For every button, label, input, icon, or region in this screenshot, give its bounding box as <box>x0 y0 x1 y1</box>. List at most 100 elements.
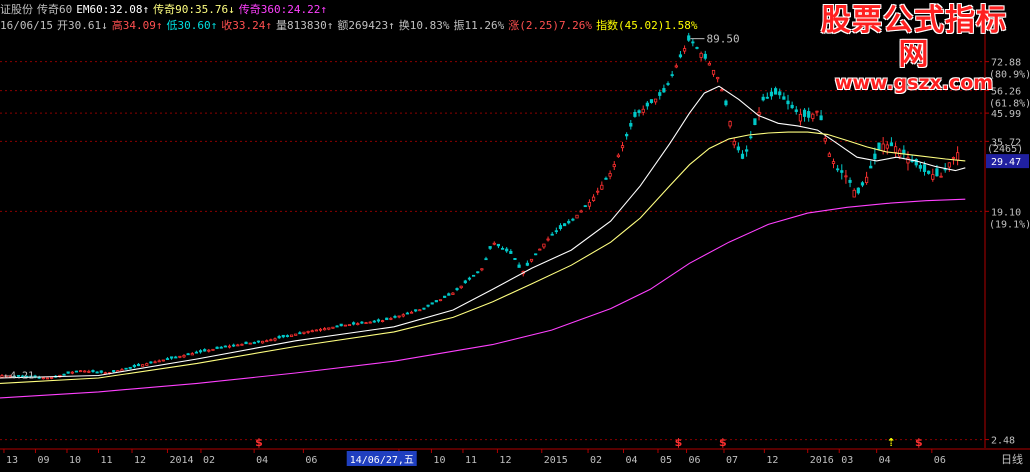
candle-body <box>281 334 285 338</box>
candle-body <box>869 165 873 169</box>
candle-body <box>45 377 50 380</box>
candle-body <box>571 218 575 221</box>
candle-body <box>136 363 141 367</box>
candle-body <box>848 179 852 183</box>
right-tick-label: 2.48 <box>991 436 1015 447</box>
candle-body <box>831 161 836 164</box>
x-tick-label: 05 <box>660 455 672 466</box>
candle-body <box>852 189 856 198</box>
current-price-sublabel: (2465) <box>987 144 1023 155</box>
x-tick-label: 2015 <box>544 455 568 466</box>
candle-body <box>695 47 699 49</box>
candle-body <box>745 149 749 152</box>
x-tick-label: 2014 <box>169 455 193 466</box>
candle-body <box>616 154 620 158</box>
candle-body <box>128 366 132 369</box>
candle-body <box>261 340 265 344</box>
candle-body <box>376 319 381 322</box>
x-tick-label: 12 <box>499 455 511 466</box>
candle-body <box>219 346 223 349</box>
candle-body <box>703 53 707 59</box>
candle-body <box>91 370 95 373</box>
candle-body <box>823 137 827 142</box>
indicator-item: 传奇360:24.22↑ <box>238 3 327 16</box>
candle-body <box>873 153 877 160</box>
candle-body <box>194 351 199 354</box>
candle-body <box>256 340 261 343</box>
candle-body <box>418 309 422 312</box>
x-tick-label: 11 <box>465 455 477 466</box>
candle-body <box>691 41 695 44</box>
indicator-item: 证股份 <box>0 3 33 16</box>
candle-body <box>711 69 716 75</box>
candle-body <box>318 328 323 331</box>
candle-body <box>87 370 91 373</box>
quote-item: 收33.24↑ <box>221 19 272 32</box>
candle-body <box>484 258 488 261</box>
candle-body <box>207 349 211 352</box>
candle-body <box>434 300 438 303</box>
x-tick-label: 04 <box>879 455 891 466</box>
candle-body <box>600 184 604 190</box>
candle-body <box>641 108 645 113</box>
candle-body <box>471 274 476 277</box>
candle-body <box>778 91 782 96</box>
kline-chart-stage[interactable]: 89.50 ←4.21 $ $ $ ⇡ $ 72.88 (80.9%) 56.26 (61.8%)… <box>0 0 1030 469</box>
candle-body <box>637 110 641 113</box>
candle-body <box>273 338 277 341</box>
candle-body <box>240 343 244 346</box>
candle-body <box>252 342 256 344</box>
candle-body <box>302 331 306 334</box>
candle-body <box>165 358 170 360</box>
right-tick-sublabel: (19.1%) <box>989 219 1030 230</box>
candle-body <box>893 146 898 153</box>
candle-body <box>66 371 70 374</box>
candle-body <box>860 182 865 186</box>
candle-body <box>827 153 831 157</box>
candle-body <box>724 100 728 106</box>
candle-body <box>298 332 302 335</box>
candle-body <box>931 174 935 180</box>
candle-body <box>385 317 389 321</box>
candle-body <box>438 299 443 302</box>
candle-body <box>674 65 678 68</box>
x-tick-label: 2016 <box>810 455 834 466</box>
candle-body <box>149 361 153 364</box>
candle-body <box>347 324 352 327</box>
candle-body <box>331 326 335 329</box>
candle-body <box>285 335 290 337</box>
candle-body <box>525 262 529 266</box>
candle-body <box>178 355 182 358</box>
candle-body <box>327 327 331 330</box>
candle-body <box>314 329 318 332</box>
candle-body <box>509 250 513 254</box>
candle-body <box>889 142 894 147</box>
candle-body <box>198 350 203 353</box>
ma-line-传奇60 <box>0 85 966 379</box>
candle-body <box>558 225 563 229</box>
candle-body <box>645 102 649 107</box>
quote-item: 量813830↑ <box>275 19 334 32</box>
event-marker: $ <box>719 436 727 449</box>
candle-body <box>492 242 496 245</box>
candle-body <box>757 111 761 116</box>
candle-body <box>211 348 215 351</box>
candle-body <box>265 340 269 343</box>
candle-body <box>662 88 666 93</box>
candle-body <box>939 175 943 178</box>
candle-body <box>575 214 579 219</box>
candle-body <box>397 315 401 318</box>
candle-body <box>488 246 492 249</box>
ma-layer <box>0 85 966 399</box>
candle-body <box>153 361 157 364</box>
x-tick-label: 12 <box>134 455 146 466</box>
candle-body <box>0 375 4 378</box>
candle-body <box>836 168 840 171</box>
candle-body <box>401 314 405 317</box>
quote-header-line: 16/06/15 开30.61↓ 高34.09↑ 低30.60↑ 收33.24↑ 量813… <box>0 19 702 33</box>
candle-body <box>372 320 376 323</box>
x-tick-label: 04 <box>256 455 268 466</box>
x-tick-label: 06 <box>934 455 946 466</box>
candle-body <box>761 96 765 101</box>
candle-body <box>447 293 451 296</box>
